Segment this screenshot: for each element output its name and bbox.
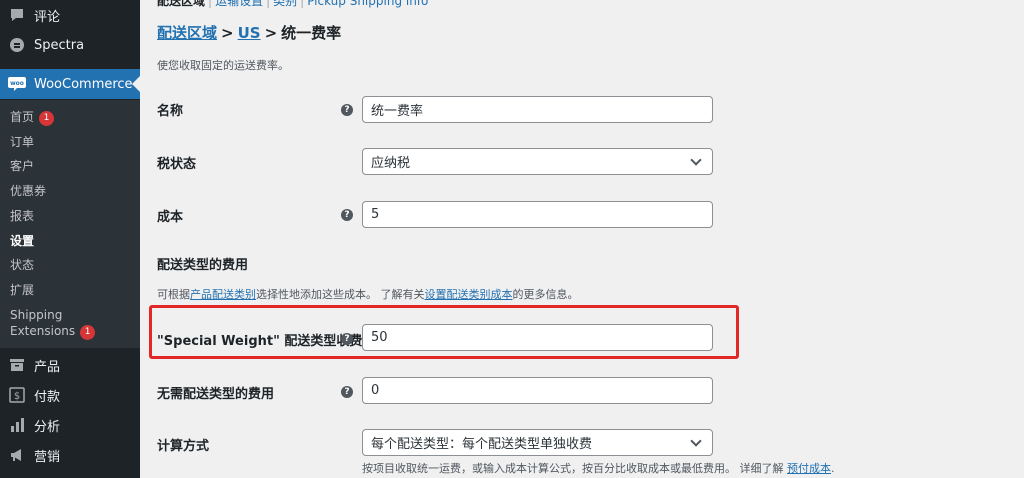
cost-input[interactable]: 5 — [362, 201, 713, 228]
help-icon[interactable]: ? — [341, 386, 353, 398]
help-icon[interactable]: ? — [341, 333, 353, 345]
megaphone-icon — [8, 446, 26, 464]
main-content: 配送区域 | 运输设置 | 类别 | Pickup Shipping info 配送区域 > U… — [140, 0, 1024, 478]
menu-analytics-label: 分析 — [34, 419, 61, 435]
tax-status-value: 应纳税 — [371, 156, 411, 171]
cost-hint-text: 按项目收取统一运费，或输入成本计算公式，按百分比收取成本或最低费用。 详细了解 — [362, 462, 784, 475]
breadcrumb: 配送区域 > US > 统一费率 — [157, 22, 341, 43]
section-desc-suffix: 的更多信息。 — [512, 288, 579, 301]
section-desc-mid: 选择性地添加这些成本。 了解有关 — [256, 288, 425, 301]
menu-products-label: 产品 — [34, 359, 61, 375]
svg-text:woo: woo — [10, 80, 24, 87]
submenu-coupons[interactable]: 优惠券 — [10, 183, 46, 199]
calculation-type-select[interactable]: 每个配送类型：每个配送类型单独收费 — [362, 429, 713, 456]
submenu-home-label: 首页 — [10, 110, 35, 124]
shipping-extensions-badge: 1 — [80, 325, 96, 340]
submenu-reports[interactable]: 报表 — [10, 208, 34, 224]
submenu-home[interactable]: 首页 1 — [10, 109, 55, 126]
menu-woocommerce-label: WooCommerce — [34, 76, 133, 92]
subnav-local-pickup[interactable]: Pickup Shipping info — [307, 0, 428, 8]
breadcrumb-zones-link[interactable]: 配送区域 — [157, 24, 217, 42]
advanced-costs-link[interactable]: 预付成本 — [787, 462, 831, 475]
setting-class-costs-link[interactable]: 设置配送类别成本 — [425, 288, 513, 301]
submenu-status[interactable]: 状态 — [10, 257, 34, 273]
help-icon[interactable]: ? — [341, 209, 353, 221]
cost-hint-end: . — [831, 462, 835, 475]
calculation-type-value: 每个配送类型：每个配送类型单独收费 — [371, 437, 593, 452]
chevron-down-icon — [690, 434, 702, 447]
product-shipping-classes-link[interactable]: 产品配送类别 — [190, 288, 256, 301]
shipping-extensions-line1: Shipping — [10, 308, 63, 322]
submenu-orders[interactable]: 订单 — [10, 134, 34, 150]
section-desc-prefix: 可根据 — [157, 288, 190, 301]
menu-spectra-label: Spectra — [34, 37, 85, 53]
dollar-icon: $ — [8, 386, 26, 404]
menu-analytics[interactable]: 分析 — [0, 410, 140, 440]
menu-comments[interactable]: 评论 — [0, 0, 140, 30]
menu-marketing[interactable]: 营销 — [0, 440, 140, 470]
calculation-type-label: 计算方式 — [157, 439, 210, 454]
menu-payments[interactable]: $ 付款 — [0, 380, 140, 410]
breadcrumb-separator: > — [264, 24, 278, 42]
shipping-class-costs-description: 可根据产品配送类别选择性地添加这些成本。 了解有关设置配送类别成本的更多信息。 — [157, 286, 579, 302]
bar-chart-icon — [8, 416, 26, 434]
menu-comments-label: 评论 — [34, 9, 61, 25]
menu-spectra[interactable]: Spectra — [0, 30, 140, 60]
menu-products[interactable]: 产品 — [0, 350, 140, 380]
subnav-options[interactable]: 运输设置 — [215, 0, 263, 8]
no-class-cost-label: 无需配送类型的费用 — [157, 387, 275, 402]
submenu-customers[interactable]: 客户 — [10, 158, 34, 174]
special-weight-cost-label: "Special Weight" 配送类型收费 — [157, 334, 363, 349]
shipping-subnav: 配送区域 | 运输设置 | 类别 | Pickup Shipping info — [157, 0, 428, 9]
name-input[interactable]: 统一费率 — [362, 96, 713, 123]
cost-label: 成本 — [157, 210, 184, 225]
submenu-extensions[interactable]: 扩展 — [10, 282, 34, 298]
svg-text:$: $ — [14, 391, 20, 402]
submenu-settings[interactable]: 设置 — [10, 233, 34, 249]
name-label: 名称 — [157, 104, 184, 119]
comment-icon — [8, 6, 26, 24]
menu-marketing-label: 营销 — [34, 449, 61, 465]
cost-hint: 按项目收取统一运费，或输入成本计算公式，按百分比收取成本或最低费用。 详细了解 … — [362, 460, 835, 476]
menu-payments-label: 付款 — [34, 389, 61, 405]
special-weight-cost-input[interactable]: 50 — [362, 324, 713, 351]
method-description: 使您收取固定的运送费率。 — [157, 59, 289, 72]
shipping-class-costs-heading: 配送类型的费用 — [157, 258, 249, 273]
woocommerce-submenu: 首页 1 订单 客户 优惠券 报表 设置 状态 扩展 Shipping Exten… — [0, 100, 140, 348]
tax-status-select[interactable]: 应纳税 — [362, 148, 713, 175]
chevron-down-icon — [690, 153, 702, 166]
breadcrumb-us-link[interactable]: US — [238, 24, 261, 42]
home-badge: 1 — [39, 111, 55, 126]
woocommerce-icon: woo — [8, 75, 26, 93]
page-title: 统一费率 — [281, 24, 342, 42]
active-arrow — [132, 76, 140, 92]
subnav-zones[interactable]: 配送区域 — [157, 0, 205, 8]
tax-status-label: 税状态 — [157, 157, 197, 172]
submenu-shipping-extensions[interactable]: Shipping Extensions 1 — [10, 307, 96, 340]
spectra-icon — [8, 36, 26, 54]
archive-icon — [8, 356, 26, 374]
subnav-classes[interactable]: 类别 — [273, 0, 297, 8]
menu-woocommerce[interactable]: woo WooCommerce — [0, 69, 140, 99]
shipping-extensions-line2: Extensions — [10, 324, 76, 338]
help-icon[interactable]: ? — [341, 104, 353, 116]
breadcrumb-separator: > — [221, 24, 234, 42]
no-class-cost-input[interactable]: 0 — [362, 377, 713, 404]
admin-sidebar: 评论 Spectra woo WooCommerce 首页 1 订单 客户 优惠券… — [0, 0, 140, 478]
